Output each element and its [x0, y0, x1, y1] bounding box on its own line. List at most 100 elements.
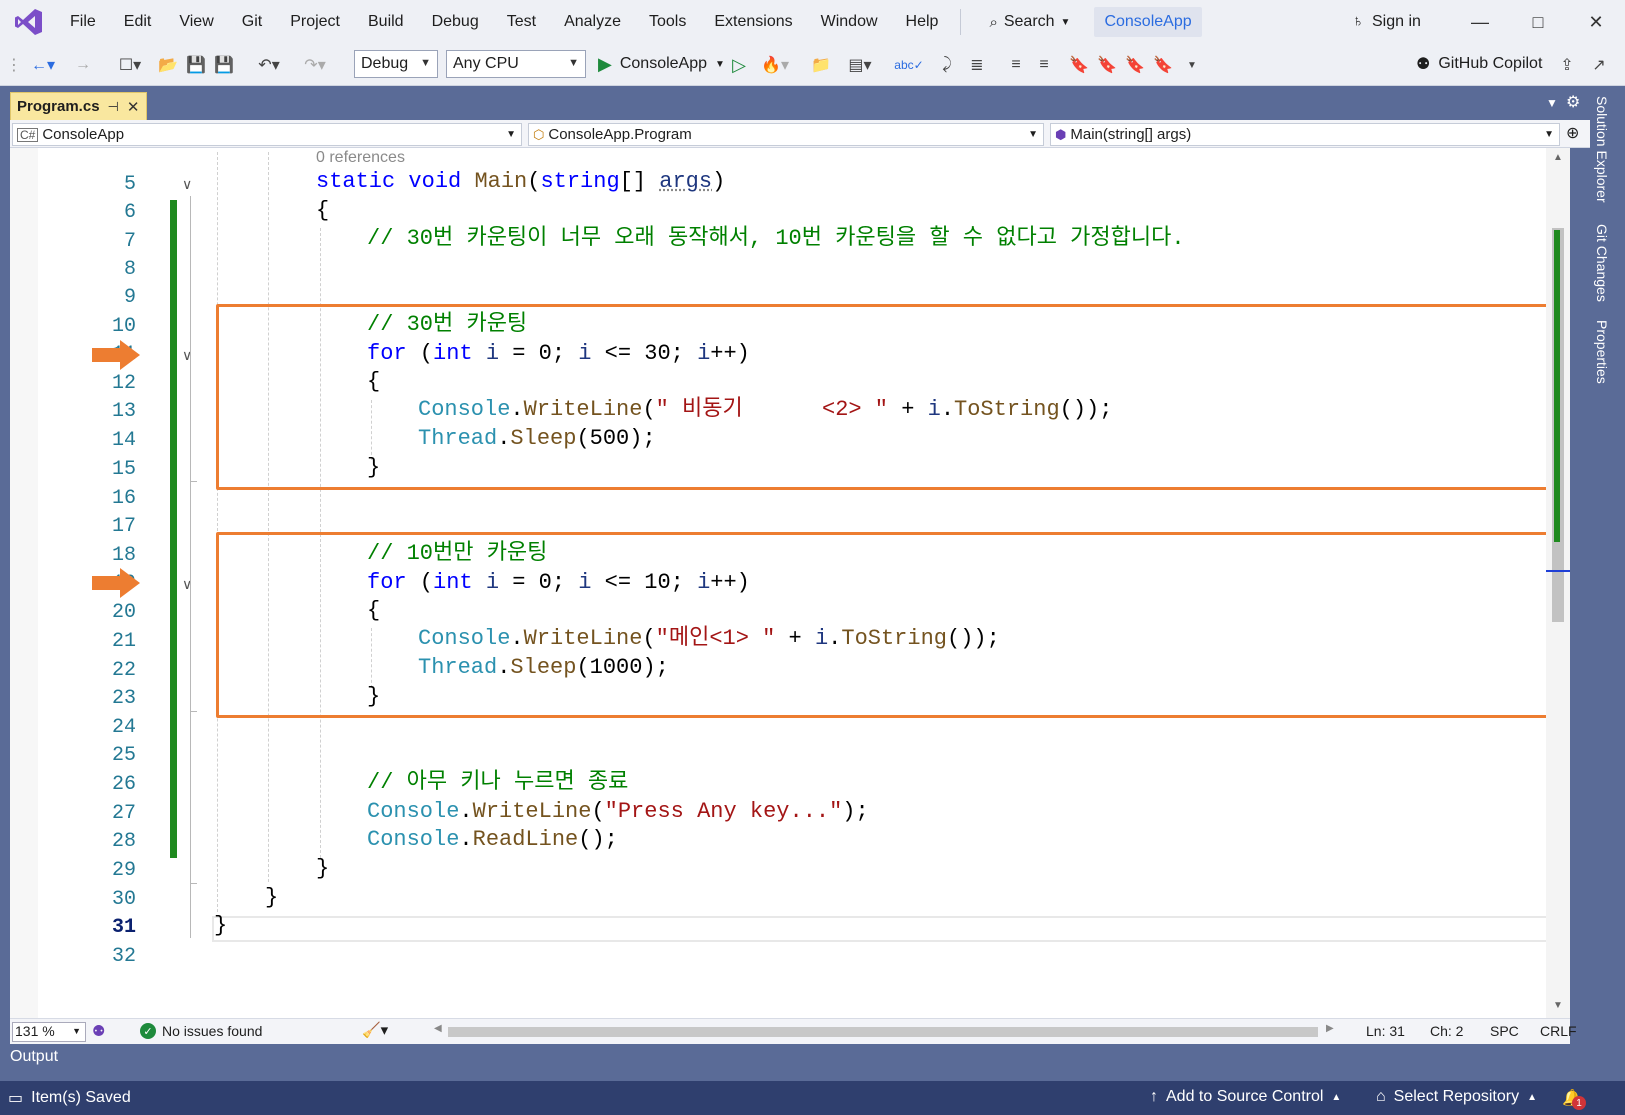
highlight-box-30-loop [216, 304, 1560, 490]
github-copilot-button[interactable]: ⚉ GitHub Copilot [1416, 50, 1542, 78]
notifications-button[interactable]: 🔔 1 [1562, 1088, 1586, 1110]
save-icon[interactable]: 💾 [184, 52, 208, 78]
horizontal-scrollbar[interactable] [448, 1027, 1318, 1037]
menu-build[interactable]: Build [354, 0, 418, 44]
spell-check-icon[interactable]: abc✓ [894, 52, 923, 78]
line-number: 7 [123, 230, 136, 253]
open-folder-icon[interactable]: 📂 [156, 52, 180, 78]
clear-bookmarks-icon[interactable]: 🔖 [1152, 52, 1174, 78]
chevron-down-icon: ▼ [715, 58, 725, 70]
gear-icon[interactable]: ⚙ [1566, 92, 1580, 112]
sign-in-label: Sign in [1372, 13, 1421, 30]
add-to-source-control-button[interactable]: ↑ Add to Source Control ▲ [1150, 1088, 1341, 1106]
layout-icon[interactable]: ▤▾ [844, 52, 876, 78]
next-bookmark-icon[interactable]: 🔖 [1124, 52, 1146, 78]
output-panel-tab[interactable]: Output [10, 1048, 58, 1066]
line-number: 6 [123, 201, 136, 224]
redo-icon[interactable]: ↷▾ [298, 52, 332, 78]
scroll-right-icon[interactable]: ▶ [1326, 1023, 1334, 1034]
prev-bookmark-icon[interactable]: 🔖 [1096, 52, 1118, 78]
select-repository-button[interactable]: ⌂ Select Repository ▲ [1376, 1088, 1537, 1106]
project-dropdown[interactable]: C# ConsoleApp ▼ [12, 123, 522, 146]
menu-file[interactable]: File [44, 0, 110, 44]
member-value: Main(string[] args) [1070, 126, 1192, 143]
menu-tools[interactable]: Tools [635, 0, 700, 44]
search-button[interactable]: ⌕ Search ▼ [975, 0, 1084, 44]
tab-program-cs[interactable]: Program.cs ⊣ ✕ [10, 92, 147, 120]
properties-tab[interactable]: Properties [1594, 320, 1610, 384]
menu-debug[interactable]: Debug [418, 0, 493, 44]
format-icon[interactable]: ≣ [964, 52, 990, 78]
save-all-icon[interactable]: 💾 [212, 52, 236, 78]
change-tracking-bar [170, 200, 177, 858]
scroll-left-icon[interactable]: ◀ [434, 1023, 442, 1034]
type-dropdown[interactable]: ⬡ ConsoleApp.Program ▼ [528, 123, 1044, 146]
sign-in-button[interactable]: ♄ Sign in [1352, 0, 1421, 44]
issues-label: No issues found [162, 1023, 263, 1039]
forward-icon[interactable]: → [72, 52, 94, 78]
scroll-up-icon[interactable]: ▲ [1553, 152, 1563, 163]
line-number: 23 [111, 687, 136, 710]
pin-icon[interactable]: ⊣ [108, 99, 119, 115]
chevron-down-icon: ▼ [1544, 129, 1554, 140]
method-icon: ⬢ [1055, 126, 1067, 142]
member-dropdown[interactable]: ⬢ Main(string[] args) ▼ [1050, 123, 1560, 146]
menu-test[interactable]: Test [493, 0, 550, 44]
line-number: 14 [111, 429, 136, 452]
copilot-status-icon[interactable]: ⚉ [92, 1022, 105, 1040]
maximize-button[interactable]: □ [1509, 0, 1567, 44]
tab-list-icon[interactable]: ▼ [1546, 96, 1558, 110]
minimize-button[interactable]: — [1451, 0, 1509, 44]
menu-git[interactable]: Git [228, 0, 276, 44]
back-icon[interactable]: ←▾ [28, 52, 58, 78]
start-debugging-button[interactable]: ▶ ConsoleApp ▼ [598, 50, 725, 78]
menu-project[interactable]: Project [276, 0, 354, 44]
solution-explorer-icon[interactable]: 📁 [808, 52, 834, 78]
fold-line [190, 196, 191, 938]
collapse-icon[interactable]: ∨ [182, 176, 192, 193]
undo-icon[interactable]: ↶▾ [252, 52, 286, 78]
menu-help[interactable]: Help [892, 0, 953, 44]
issues-indicator[interactable]: ✓ No issues found [140, 1023, 262, 1039]
chevron-down-icon: ▼ [506, 129, 516, 140]
menu-window[interactable]: Window [807, 0, 892, 44]
arrow-up-icon: ↑ [1150, 1088, 1158, 1105]
whitespace-indicator[interactable]: SPC [1490, 1023, 1519, 1039]
highlight-box-10-loop [216, 532, 1560, 718]
hot-reload-icon[interactable]: 🔥▾ [758, 52, 792, 78]
split-editor-icon[interactable]: ⊕ [1566, 123, 1579, 143]
outdent-icon[interactable]: ≡ [1004, 52, 1028, 78]
line-indicator[interactable]: Ln: 31 [1366, 1023, 1405, 1039]
code-cleanup-icon[interactable]: 🧹▾ [362, 1021, 388, 1039]
share-icon[interactable]: ⇪ [1556, 52, 1578, 78]
scroll-down-icon[interactable]: ▼ [1553, 1000, 1563, 1011]
platform-dropdown[interactable]: Any CPU ▼ [446, 50, 586, 78]
step-icon[interactable]: ⤸ [934, 52, 960, 78]
toolbar-overflow-icon[interactable]: ▼ [1184, 52, 1200, 78]
chevron-down-icon: ▼ [1028, 129, 1038, 140]
line-number: 25 [111, 744, 136, 767]
arrow-right-icon [92, 568, 140, 598]
close-window-button[interactable]: ✕ [1567, 0, 1625, 44]
menu-edit[interactable]: Edit [110, 0, 166, 44]
new-project-icon[interactable]: ☐▾ [112, 52, 148, 78]
menu-extensions[interactable]: Extensions [700, 0, 806, 44]
menu-analyze[interactable]: Analyze [550, 0, 635, 44]
start-without-debugging-icon[interactable]: ▷ [728, 52, 750, 78]
solution-explorer-tab[interactable]: Solution Explorer [1594, 96, 1610, 203]
close-icon[interactable]: ✕ [127, 98, 140, 116]
feedback-icon[interactable]: ↗ [1588, 52, 1610, 78]
indent-icon[interactable]: ≡ [1032, 52, 1056, 78]
line-number: 15 [111, 458, 136, 481]
line-number: 13 [111, 400, 136, 423]
bookmark-icon[interactable]: 🔖 [1068, 52, 1090, 78]
code-line: { [316, 198, 330, 223]
char-indicator[interactable]: Ch: 2 [1430, 1023, 1463, 1039]
menu-view[interactable]: View [165, 0, 227, 44]
chevron-down-icon: ▼ [1060, 16, 1071, 28]
codelens-references[interactable]: 0 references [316, 149, 405, 167]
line-ending-indicator[interactable]: CRLF [1540, 1023, 1577, 1039]
configuration-dropdown[interactable]: Debug ▼ [354, 50, 438, 78]
zoom-dropdown[interactable]: 131 % ▼ [12, 1022, 86, 1042]
git-changes-tab[interactable]: Git Changes [1594, 224, 1610, 302]
